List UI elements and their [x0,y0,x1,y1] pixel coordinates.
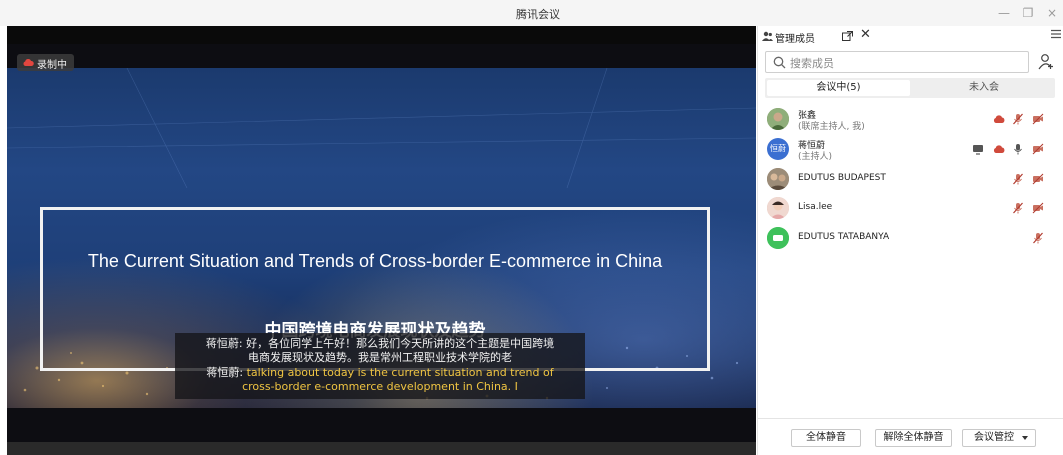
tab-in-meeting[interactable]: 会议中(5) [767,80,910,96]
members-icon [762,31,773,41]
camera-off-icon[interactable] [1032,202,1044,214]
member-name: EDUTUS BUDAPEST [798,173,886,183]
tab-label: 管理成员 [775,34,815,45]
subtitle-en-line-1: 蒋恒蔚: talking about today is the current … [175,366,585,380]
member-row[interactable]: EDUTUS BUDAPEST [758,165,1063,193]
mic-muted-icon[interactable] [1012,202,1024,214]
recording-indicator[interactable]: 录制中 [17,54,74,71]
unmute-all-button[interactable]: 解除全体静音 [875,429,952,447]
subtitle-speaker: 蒋恒蔚: [205,337,247,350]
members-panel: 管理成员 ✕ 搜索成员 会议中(5) 未入会 张鑫 (联席主持人, 我) 恒蔚 … [757,26,1063,455]
video-bottom-strip [7,442,756,455]
video-top-strip [7,26,756,44]
mute-all-button[interactable]: 全体静音 [791,429,861,447]
recording-label: 录制中 [37,60,67,71]
app-title: 腾讯会议 [516,8,560,21]
close-panel-icon[interactable]: ✕ [860,27,871,42]
subtitle-text: talking about today is the current situa… [246,366,554,379]
search-placeholder: 搜索成员 [790,57,834,70]
member-name: EDUTUS TATABANYA [798,232,890,242]
member-row[interactable]: 恒蔚 蒋恒蔚 (主持人) [758,135,1063,163]
live-subtitles: 蒋恒蔚: 好，各位同学上午好！那么我们今天所讲的这个主题是中国跨境 电商发展现状… [175,333,585,399]
member-row[interactable]: EDUTUS TATABANYA [758,224,1063,252]
search-icon [773,56,786,69]
member-row[interactable]: 张鑫 (联席主持人, 我) [758,105,1063,133]
subtitle-text: 好，各位同学上午好！那么我们今天所讲的这个主题是中国跨境 [246,337,555,350]
member-search-input[interactable]: 搜索成员 [765,51,1029,73]
mic-muted-icon[interactable] [1012,173,1024,185]
avatar [767,168,789,190]
close-button[interactable]: × [1043,4,1061,22]
invite-member-icon[interactable] [1038,53,1055,70]
screen-share-icon [973,145,983,155]
subtitle-en-line-2: cross-border e-commerce development in C… [242,380,518,393]
mic-muted-icon[interactable] [1012,113,1024,125]
member-role: (联席主持人, 我) [798,122,865,132]
member-role: (主持人) [798,152,833,162]
subtitle-cn-line-2: 电商发展现状及趋势。我是常州工程职业技术学院的老 [248,351,512,364]
cloud-record-icon [993,145,1005,153]
title-bar: 腾讯会议 — ❐ × [0,0,1063,26]
avatar: 恒蔚 [767,138,789,160]
avatar [767,227,789,249]
cloud-record-icon [993,115,1005,123]
avatar [767,108,789,130]
slide-title-english: The Current Situation and Trends of Cros… [87,251,663,271]
member-row[interactable]: Lisa.lee [758,194,1063,222]
camera-off-icon[interactable] [1032,173,1044,185]
menu-icon[interactable] [1050,28,1062,40]
chevron-down-icon [1022,436,1028,440]
camera-off-icon[interactable] [1032,143,1044,155]
mic-muted-icon[interactable] [1032,232,1044,244]
tab-not-joined[interactable]: 未入会 [915,80,1053,96]
subtitle-speaker: 蒋恒蔚: [206,366,247,379]
cloud-record-icon [23,58,34,66]
camera-off-icon[interactable] [1032,113,1044,125]
popout-icon[interactable] [842,31,853,41]
restore-button[interactable]: ❐ [1019,4,1037,22]
minimize-button[interactable]: — [995,4,1013,22]
avatar [767,197,789,219]
meeting-control-button[interactable]: 会议管控 [962,429,1036,447]
member-status-tabs: 会议中(5) 未入会 [765,78,1055,98]
shared-screen-view: The Current Situation and Trends of Cros… [7,26,756,442]
mic-active-icon[interactable] [1012,143,1024,155]
panel-footer: 全体静音 解除全体静音 会议管控 [758,418,1063,455]
subtitle-cn-line-1: 蒋恒蔚: 好，各位同学上午好！那么我们今天所讲的这个主题是中国跨境 [175,337,585,351]
member-name: Lisa.lee [798,202,833,212]
meeting-control-label: 会议管控 [974,432,1014,443]
